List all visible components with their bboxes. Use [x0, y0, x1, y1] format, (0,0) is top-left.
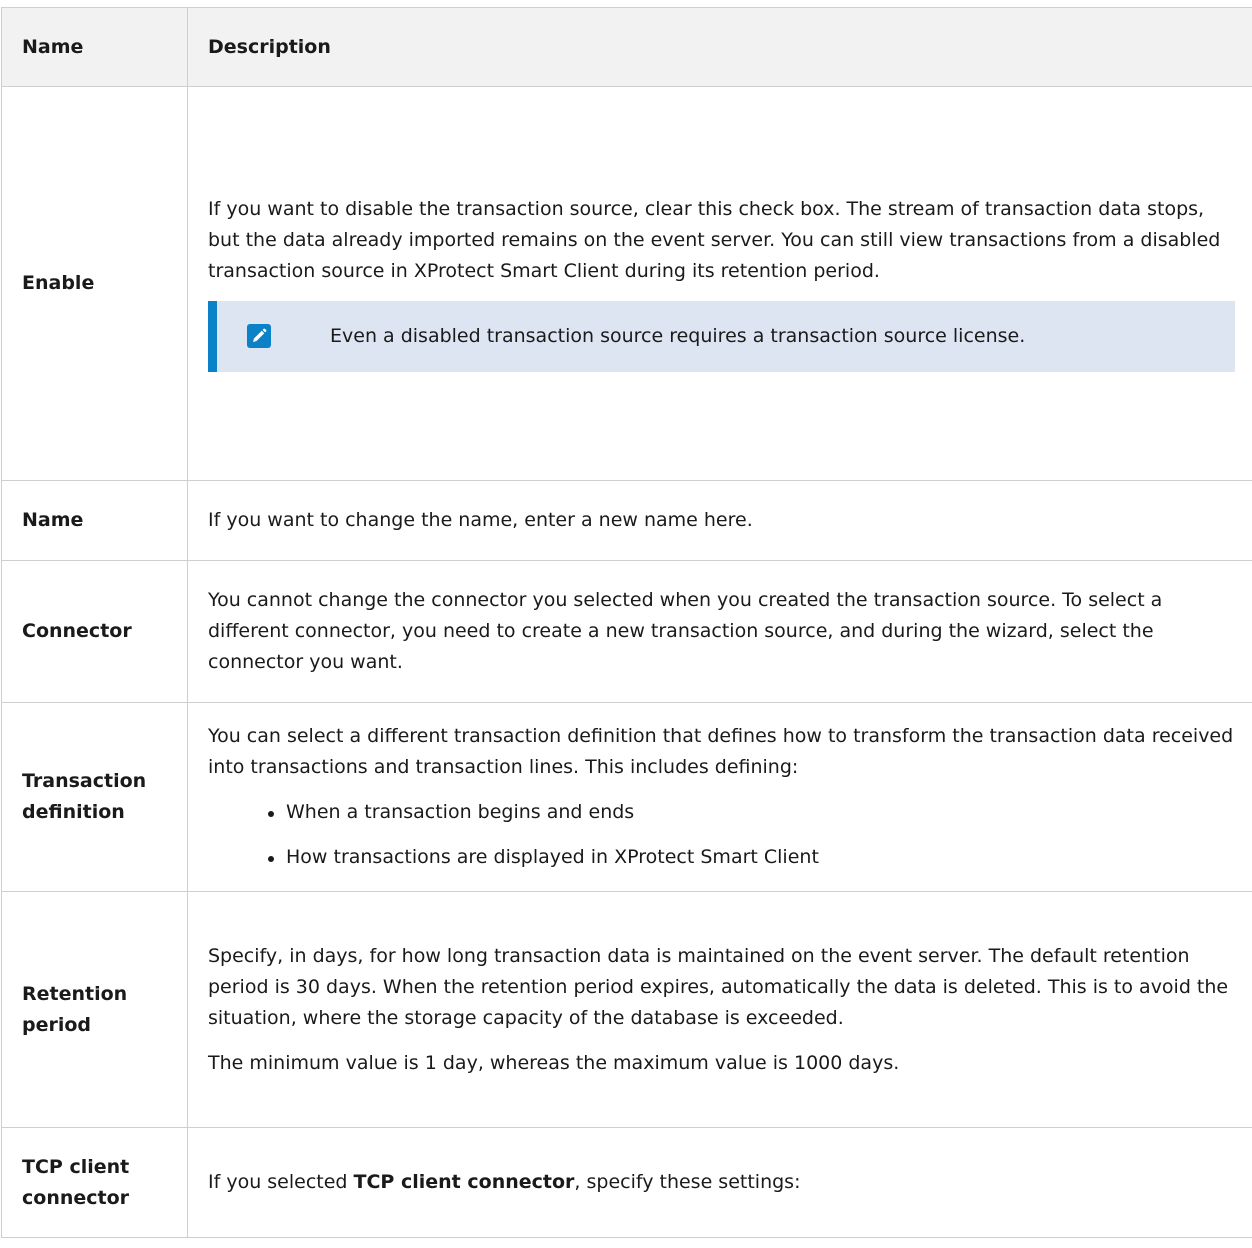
header-name: Name [1, 7, 188, 87]
bullet-list: When a transaction begins and ends How t… [208, 797, 1235, 873]
retention-period-limits: The minimum value is 1 day, whereas the … [208, 1051, 900, 1074]
row-name-retention-period: Retention period [1, 891, 188, 1128]
connector-description: You cannot change the connector you sele… [208, 589, 1163, 673]
name-description: If you want to change the name, enter a … [208, 509, 753, 531]
properties-table: Name Description Enable If you want to d… [1, 7, 1252, 1238]
note-callout: Even a disabled transaction source requi… [208, 300, 1235, 372]
row-name-enable: Enable [1, 86, 188, 481]
table-row: Name If you want to change the name, ent… [1, 480, 1252, 561]
list-item: How transactions are displayed in XProte… [266, 842, 1235, 873]
header-description: Description [187, 7, 1252, 87]
row-desc-tcp-client-connector: If you selected TCP client connector, sp… [187, 1127, 1252, 1238]
row-desc-enable: If you want to disable the transaction s… [187, 86, 1252, 481]
retention-period-description: Specify, in days, for how long transacti… [208, 944, 1229, 1029]
table-row: Transaction definition You can select a … [1, 702, 1252, 892]
tcp-text-before: If you selected [208, 1171, 354, 1193]
row-desc-transaction-definition: You can select a different transaction d… [187, 702, 1252, 892]
tcp-text-bold: TCP client connector [353, 1171, 575, 1193]
row-name-tcp-client-connector: TCP client connector [1, 1127, 188, 1238]
transaction-definition-description: You can select a different transaction d… [208, 725, 1234, 778]
enable-description: If you want to disable the transaction s… [208, 197, 1221, 282]
row-name-name: Name [1, 480, 188, 561]
list-item: When a transaction begins and ends [266, 797, 1235, 828]
table-row: Connector You cannot change the connecto… [1, 560, 1252, 703]
row-desc-retention-period: Specify, in days, for how long transacti… [187, 891, 1252, 1128]
table-header-row: Name Description [1, 7, 1252, 87]
tcp-text-after: , specify these settings: [574, 1171, 801, 1193]
row-name-transaction-definition: Transaction definition [1, 702, 188, 892]
table-row: Retention period Specify, in days, for h… [1, 891, 1252, 1128]
table-row: Enable If you want to disable the transa… [1, 86, 1252, 481]
note-text: Even a disabled transaction source requi… [330, 324, 1026, 347]
table-row: TCP client connector If you selected TCP… [1, 1127, 1252, 1238]
row-name-connector: Connector [1, 560, 188, 703]
pencil-icon [247, 324, 271, 348]
tcp-client-connector-description: If you selected TCP client connector, sp… [208, 1167, 1235, 1198]
row-desc-connector: You cannot change the connector you sele… [187, 560, 1252, 703]
row-desc-name: If you want to change the name, enter a … [187, 480, 1252, 561]
